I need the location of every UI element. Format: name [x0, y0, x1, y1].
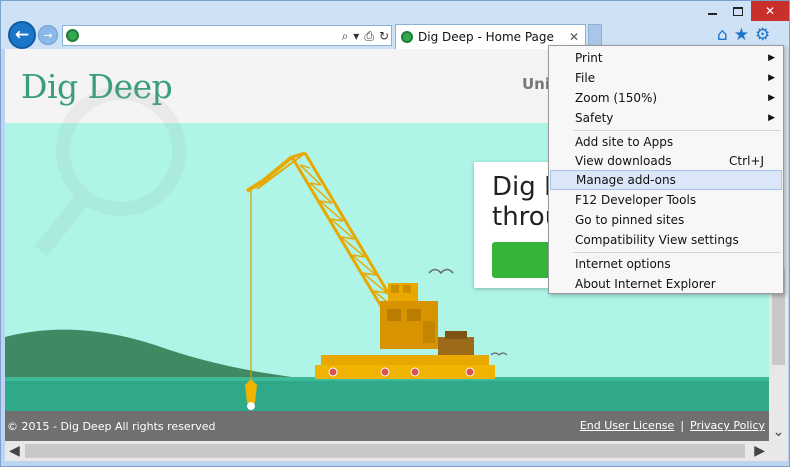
tab-title: Dig Deep - Home Page: [418, 30, 554, 44]
maximize-button[interactable]: [725, 1, 751, 21]
minimize-icon: [707, 13, 717, 15]
end-user-license-link[interactable]: End User License: [580, 419, 674, 432]
submenu-arrow-icon: ▶: [768, 73, 775, 83]
privacy-policy-link[interactable]: Privacy Policy: [690, 419, 765, 432]
close-button[interactable]: ✕: [751, 1, 789, 21]
browser-window: ✕ ← → ⌕ ▾ ⎙ ↻ Dig Deep - Home Page ✕ ⌂ ★…: [0, 0, 790, 467]
menu-item-internet-options[interactable]: Internet options: [550, 254, 782, 274]
tools-gear-icon[interactable]: ⚙: [755, 25, 770, 45]
menu-item-label: Zoom (150%): [575, 91, 658, 105]
menu-item-label: Internet options: [575, 257, 671, 271]
horizontal-scroll-thumb[interactable]: [25, 444, 745, 458]
scroll-left-icon[interactable]: ◀: [9, 443, 20, 459]
scroll-down-icon[interactable]: ⌄: [770, 425, 787, 439]
menu-item-about-internet-explorer[interactable]: About Internet Explorer: [550, 274, 782, 294]
maximize-icon: [733, 6, 743, 16]
nav-link-partial[interactable]: Uni: [522, 75, 550, 93]
home-icon[interactable]: ⌂: [717, 25, 728, 45]
site-logo[interactable]: Dig Deep: [21, 67, 173, 106]
refresh-icon[interactable]: ↻: [379, 29, 389, 43]
menu-shortcut: Ctrl+J: [729, 154, 764, 168]
menu-item-label: File: [575, 71, 596, 85]
menu-item-label: Compatibility View settings: [575, 233, 739, 247]
menu-item-label: Print: [575, 51, 603, 65]
back-arrow-icon: ←: [14, 25, 30, 45]
favorites-star-icon[interactable]: ★: [734, 25, 749, 45]
horizontal-scrollbar[interactable]: ◀ ▶: [5, 441, 769, 461]
menu-item-safety[interactable]: Safety ▶: [550, 108, 782, 128]
menu-item-add-site-to-apps[interactable]: Add site to Apps: [550, 132, 782, 152]
menu-item-file[interactable]: File ▶: [550, 68, 782, 88]
menu-item-view-downloads[interactable]: View downloads Ctrl+J: [550, 151, 782, 171]
scrollbar-corner: [769, 441, 788, 461]
menu-item-manage-add-ons[interactable]: Manage add-ons: [550, 170, 782, 190]
tools-menu: Print ▶ File ▶ Zoom (150%) ▶ Safety ▶ Add si…: [548, 45, 784, 294]
dropdown-arrow-icon[interactable]: ▾: [353, 29, 359, 43]
menu-item-label: About Internet Explorer: [575, 277, 716, 291]
menu-item-compatibility-view-settings[interactable]: Compatibility View settings: [550, 230, 782, 250]
minimize-button[interactable]: [699, 1, 725, 21]
menu-separator: [573, 130, 781, 131]
search-icon[interactable]: ⌕: [342, 29, 349, 44]
site-footer: © 2015 - Dig Deep All rights reserved En…: [5, 411, 769, 441]
menu-item-zoom[interactable]: Zoom (150%) ▶: [550, 88, 782, 108]
address-bar-tools: ⌕ ▾ ⎙ ↻: [342, 27, 389, 45]
forward-button[interactable]: →: [38, 25, 58, 45]
footer-separator: |: [680, 419, 685, 432]
submenu-arrow-icon: ▶: [768, 93, 775, 103]
menu-item-label: Safety: [575, 111, 614, 125]
menu-item-f12-developer-tools[interactable]: F12 Developer Tools: [550, 190, 782, 210]
menu-item-label: Manage add-ons: [576, 173, 676, 187]
close-icon: ✕: [764, 4, 776, 18]
menu-item-label: View downloads: [575, 154, 672, 168]
address-bar[interactable]: ⌕ ▾ ⎙ ↻: [62, 25, 392, 46]
submenu-arrow-icon: ▶: [768, 113, 775, 123]
scroll-right-icon[interactable]: ▶: [754, 443, 765, 459]
submenu-arrow-icon: ▶: [768, 53, 775, 63]
compatibility-view-icon[interactable]: ⎙: [364, 29, 374, 44]
menu-item-print[interactable]: Print ▶: [550, 48, 782, 68]
menu-separator: [573, 252, 781, 253]
footer-links: End User License | Privacy Policy: [580, 419, 765, 432]
site-favicon-icon: [66, 29, 79, 42]
menu-item-label: F12 Developer Tools: [575, 193, 697, 207]
back-button[interactable]: ←: [8, 21, 36, 49]
tab-favicon-icon: [401, 31, 413, 43]
menu-item-label: Go to pinned sites: [575, 213, 685, 227]
forward-arrow-icon: →: [43, 28, 53, 42]
footer-copyright: © 2015 - Dig Deep All rights reserved: [7, 419, 216, 433]
title-bar: ✕ ← → ⌕ ▾ ⎙ ↻ Dig Deep - Home Page ✕ ⌂ ★…: [1, 1, 789, 49]
menu-item-go-to-pinned-sites[interactable]: Go to pinned sites: [550, 210, 782, 230]
menu-item-label: Add site to Apps: [575, 135, 674, 149]
tab-close-icon[interactable]: ✕: [569, 30, 579, 44]
command-icons: ⌂ ★ ⚙: [717, 25, 770, 45]
